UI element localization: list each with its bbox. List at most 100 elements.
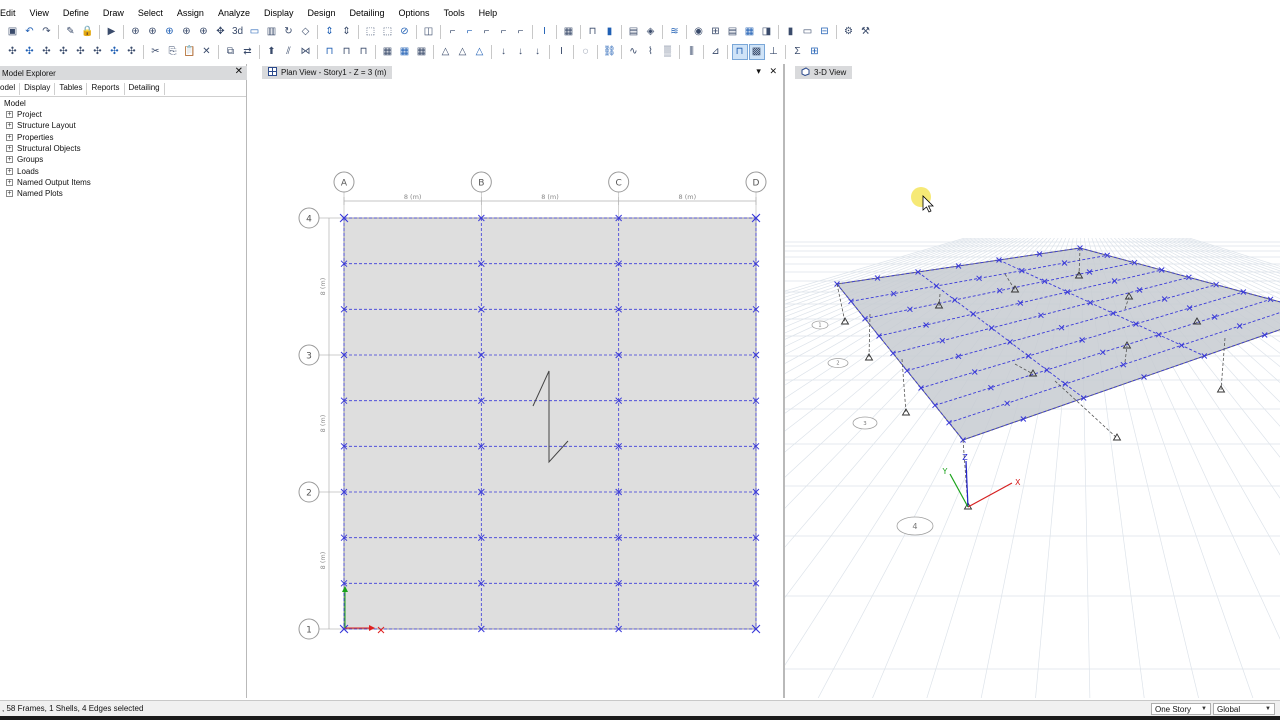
hinge-icon[interactable]: ◌ (579, 45, 593, 59)
snap-end-icon[interactable]: ✣ (23, 45, 37, 59)
tree-item-groups[interactable]: + Groups (6, 155, 43, 164)
draw-frame-icon[interactable]: ⌐ (446, 25, 460, 39)
perspective-icon[interactable]: ◇ (299, 25, 313, 39)
story-dropdown[interactable]: One Story ▼ (1151, 703, 1211, 715)
explorer-tab-tables[interactable]: Tables (55, 83, 88, 95)
undo-icon[interactable]: ↶ (23, 25, 37, 39)
3d-slab[interactable] (836, 247, 1280, 441)
delete-icon[interactable]: ✕ (200, 45, 214, 59)
menu-help[interactable]: Help (472, 8, 505, 18)
shell-openings-icon[interactable]: ▦ (415, 45, 429, 59)
report-icon[interactable]: ▤ (726, 25, 740, 39)
calc-icon[interactable]: Σ (791, 45, 805, 59)
3d-view-canvas[interactable]: 4 3 2 1 X Z Y (785, 64, 1280, 698)
snap-mid-icon[interactable]: ✣ (40, 45, 54, 59)
tree-root-model[interactable]: Model (4, 99, 26, 108)
deformed-shape-icon[interactable]: ∿ (627, 45, 641, 59)
table-edit-icon[interactable]: ⊞ (808, 45, 822, 59)
save-icon[interactable]: ▣ (6, 25, 20, 39)
menu-edit[interactable]: Edit (0, 8, 23, 18)
section-icon[interactable]: I (538, 25, 552, 39)
snap-fine-icon[interactable]: ✣ (125, 45, 139, 59)
zoom-out-icon[interactable]: ⊕ (163, 25, 177, 39)
detailing-icon[interactable]: ◨ (760, 25, 774, 39)
joint-restraint-icon[interactable]: △ (439, 45, 453, 59)
paste-icon[interactable]: 📋 (183, 45, 197, 59)
frame-release-icon[interactable]: ⊓ (323, 45, 337, 59)
menu-define[interactable]: Define (56, 8, 96, 18)
joint-spring-icon[interactable]: △ (456, 45, 470, 59)
replicate-icon[interactable]: ⧉ (224, 45, 238, 59)
concrete-design-icon[interactable]: ▩ (748, 44, 765, 60)
plan-view-tab[interactable]: Plan View - Story1 - Z = 3 (m) (262, 66, 393, 79)
object-shrink-icon[interactable]: ◫ (422, 25, 436, 39)
tree-item-named-plots[interactable]: + Named Plots (6, 189, 63, 198)
menu-display[interactable]: Display (257, 8, 301, 18)
link-icon[interactable]: ⛓ (603, 45, 617, 59)
frame-insertion-icon[interactable]: ⊓ (357, 45, 371, 59)
rebar-icon[interactable]: ≋ (668, 25, 682, 39)
shell-properties-icon[interactable]: ▦ (562, 25, 576, 39)
menu-options[interactable]: Options (392, 8, 437, 18)
display-icon[interactable]: ▤ (627, 25, 641, 39)
shell-mesh-icon[interactable]: ▦ (381, 45, 395, 59)
draw-beam-icon[interactable]: ⌐ (497, 25, 511, 39)
select-prev-icon[interactable]: ⬚ (381, 25, 395, 39)
frame-section-icon[interactable]: ⊓ (586, 25, 600, 39)
draw-column-icon[interactable]: ⌐ (480, 25, 494, 39)
pencil-icon[interactable]: ✎ (64, 25, 78, 39)
lock-icon[interactable]: 🔒 (81, 25, 95, 39)
explorer-tab-reports[interactable]: Reports (87, 83, 125, 95)
tree-item-properties[interactable]: + Properties (6, 133, 53, 142)
3d-view-window[interactable]: 4 3 2 1 X Z Y 3-D View (785, 64, 1280, 698)
snap-perpendicular-icon[interactable]: ✣ (74, 45, 88, 59)
menu-design[interactable]: Design (300, 8, 342, 18)
explorer-tab-detailing[interactable]: Detailing (125, 83, 165, 95)
analyze-icon[interactable]: ◉ (692, 25, 706, 39)
load-frame-icon[interactable]: ↓ (514, 45, 528, 59)
move-down-icon[interactable]: ⇕ (340, 25, 354, 39)
elevation-view-icon[interactable]: ▥ (265, 25, 279, 39)
frame-offset-icon[interactable]: ⊓ (340, 45, 354, 59)
snap-line-icon[interactable]: ✣ (91, 45, 105, 59)
zoom-window-icon[interactable]: ⊕ (129, 25, 143, 39)
member-forces-icon[interactable]: ⊿ (709, 45, 723, 59)
dropdown-arrow-icon[interactable]: ▾ (756, 66, 761, 76)
stress-contour-icon[interactable]: ▒ (661, 45, 675, 59)
snap-grid-icon[interactable]: ✣ (108, 45, 122, 59)
zoom-prev-icon[interactable]: ⊕ (197, 25, 211, 39)
tree-item-named-output-items[interactable]: + Named Output Items (6, 178, 91, 187)
3d-view-tab[interactable]: 3-D View (795, 66, 853, 79)
snap-point-icon[interactable]: ✣ (6, 45, 20, 59)
table-icon[interactable]: ▦ (743, 25, 757, 39)
tree-item-project[interactable]: + Project (6, 110, 42, 119)
expand-icon[interactable]: + (6, 156, 13, 164)
load-point-icon[interactable]: ↓ (497, 45, 511, 59)
shell-edge-icon[interactable]: ▦ (398, 45, 412, 59)
zoom-all-icon[interactable]: ⊕ (180, 25, 194, 39)
draw-shell-icon[interactable]: ⌐ (514, 25, 528, 39)
zoom-in-icon[interactable]: ⊕ (146, 25, 160, 39)
frame-design-icon[interactable]: ⊓ (731, 44, 748, 60)
divide-icon[interactable]: ⫽ (282, 45, 296, 59)
select-all-icon[interactable]: ⬚ (364, 25, 378, 39)
slab-design-icon[interactable]: ▭ (801, 25, 815, 39)
expand-icon[interactable]: + (6, 133, 13, 141)
explorer-tab-odel[interactable]: odel (0, 83, 21, 95)
expand-icon[interactable]: + (6, 190, 13, 198)
tree-item-structure-layout[interactable]: + Structure Layout (6, 121, 76, 130)
menu-detailing[interactable]: Detailing (343, 8, 392, 18)
menu-tools[interactable]: Tools (437, 8, 472, 18)
slab-shell[interactable] (343, 217, 757, 630)
expand-icon[interactable]: + (6, 122, 13, 130)
extrude-icon[interactable]: ⬆ (265, 45, 279, 59)
tree-item-structural-objects[interactable]: + Structural Objects (6, 144, 81, 153)
mirror-icon[interactable]: ⇄ (241, 45, 255, 59)
redo-icon[interactable]: ↷ (40, 25, 54, 39)
move-up-icon[interactable]: ⇕ (323, 25, 337, 39)
plan-view-window[interactable]: A B C D 4 3 2 1 8 (m) 8 (m) 8 (m) 8 (m) 8 (m) 8 (m) P… (252, 64, 783, 698)
plan-view-icon[interactable]: ▭ (248, 25, 262, 39)
clear-selection-icon[interactable]: ⊘ (398, 25, 412, 39)
join-icon[interactable]: ⋈ (299, 45, 313, 59)
tree-item-loads[interactable]: + Loads (6, 167, 39, 176)
